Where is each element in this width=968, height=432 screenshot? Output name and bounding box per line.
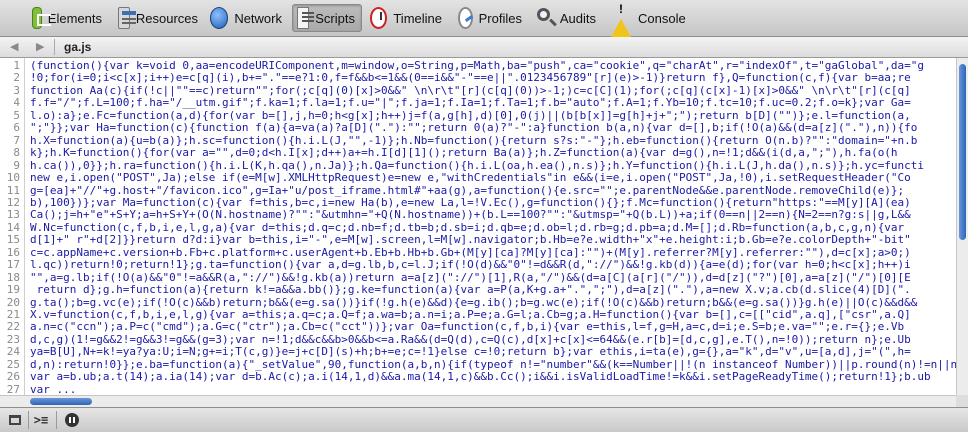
code-line[interactable]: 6 ";"}};var Ha=function(c){function f(a){… xyxy=(0,122,956,134)
network-icon xyxy=(210,7,229,29)
devtools-toolbar: Elements Resources Network Scripts Timel… xyxy=(0,0,968,39)
console-icon: ! xyxy=(610,0,632,39)
tab-network-label: Network xyxy=(234,10,282,26)
line-number[interactable]: 6 xyxy=(0,122,20,134)
audits-icon xyxy=(536,7,554,29)
tab-console-label: Console xyxy=(638,10,686,26)
tab-scripts-label: Scripts xyxy=(315,10,355,26)
line-number[interactable]: 22 xyxy=(0,321,20,333)
line-number[interactable]: 2 xyxy=(0,72,20,84)
code-line-text: var a=b.ub;a.t(14);a.ia(14);var d=b.Ac(c… xyxy=(30,370,931,383)
code-line[interactable]: 4 f.f="/";f.L=100;f.ha="/__utm.gif";f.ka=… xyxy=(0,97,956,109)
status-divider xyxy=(28,411,29,429)
resources-icon xyxy=(118,7,136,29)
line-number[interactable]: 24 xyxy=(0,346,20,358)
code-line-text: k};h.K=function(){for(var a="",d=0;d<h.I… xyxy=(30,146,898,159)
script-file-select[interactable]: ga.js xyxy=(64,40,91,54)
code-line-text: f.f="/";f.L=100;f.ha="/__utm.gif";f.ka=1… xyxy=(30,96,911,109)
profiles-icon xyxy=(458,7,473,29)
tab-console[interactable]: ! Console xyxy=(606,2,686,39)
filebar-divider xyxy=(54,39,55,55)
code-line[interactable]: 15 d[1]+" r"+d[2]}}return d?d:i}var b=thi… xyxy=(0,234,956,246)
tab-resources[interactable]: Resources xyxy=(114,4,204,32)
code-line[interactable]: 24 ya=B[U],N+=k!=ya?ya:U;i=N;g+=i;T(c,g)}… xyxy=(0,346,956,358)
timeline-icon xyxy=(370,7,388,29)
code-line[interactable]: 19 return d};g.h=function(a){return k!=a… xyxy=(0,284,956,296)
code-line[interactable]: 2 !0;for(i=0;i<c[x];i++)e=c[q](i),b+="."=… xyxy=(0,72,956,84)
tab-resources-label: Resources xyxy=(135,10,198,26)
line-number[interactable]: 10 xyxy=(0,172,20,184)
code-line-text: ";"}};var Ha=function(c){function f(a){a… xyxy=(30,121,918,134)
pause-icon xyxy=(65,413,79,427)
tab-profiles-label: Profiles xyxy=(478,10,522,26)
elements-icon xyxy=(32,7,51,29)
back-arrow-icon[interactable]: ◀ xyxy=(10,40,18,53)
code-line-text: ya=B[U],N+=k!=ya?ya:U;i=N;g+=i;T(c,g)}e=… xyxy=(30,345,911,358)
tab-scripts[interactable]: Scripts xyxy=(292,4,362,32)
line-number[interactable]: 8 xyxy=(0,147,20,159)
status-bar: >≡ xyxy=(0,407,968,432)
code-line[interactable]: 26 var a=b.ub;a.t(14);a.ia(14);var d=b.Ac… xyxy=(0,371,956,383)
vertical-scroll-thumb[interactable] xyxy=(959,64,966,240)
code-line[interactable]: 8 k};h.K=function(){for(var a="",d=0;d<h.… xyxy=(0,147,956,159)
line-number[interactable]: 13 xyxy=(0,209,20,221)
code-line-text: !0;for(i=0;i<c[x];i++)e=c[q](i),b+="."==… xyxy=(30,71,911,84)
line-number[interactable]: 4 xyxy=(0,97,20,109)
tab-elements[interactable]: Elements xyxy=(28,4,108,32)
scripts-icon xyxy=(297,7,315,29)
tab-audits[interactable]: Audits xyxy=(532,4,602,32)
line-number[interactable]: 27 xyxy=(0,384,20,396)
code-line[interactable]: 17 l.qc))return!0;return!1};g.ta=function… xyxy=(0,259,956,271)
tab-elements-label: Elements xyxy=(47,10,102,26)
code-line-text: return d};g.h=function(a){return k!=a&&a… xyxy=(30,283,911,296)
code-line-text: a.n=c("ccn");a.P=c("cmd");a.G=c("ctr");a… xyxy=(30,320,905,333)
code-line[interactable]: 27 var ... xyxy=(0,383,956,396)
line-number[interactable]: 17 xyxy=(0,259,20,271)
pause-button[interactable] xyxy=(61,411,83,429)
forward-arrow-icon[interactable]: ▶ xyxy=(36,40,44,53)
console-toggle-icon: >≡ xyxy=(33,413,49,427)
line-number[interactable]: 26 xyxy=(0,371,20,383)
code-line-text: new e,i.open("POST",Ja);else if(e=M[w].X… xyxy=(30,171,911,184)
code-line[interactable]: 10 new e,i.open("POST",Ja);else if(e=M[w]… xyxy=(0,172,956,184)
code-line-text: var ... xyxy=(30,383,77,396)
tab-network[interactable]: Network xyxy=(206,4,288,32)
dock-button[interactable] xyxy=(4,411,26,429)
line-number[interactable]: 15 xyxy=(0,234,20,246)
console-toggle-button[interactable]: >≡ xyxy=(30,411,52,429)
code-line[interactable]: 22 a.n=c("ccn");a.P=c("cmd");a.G=c("ctr")… xyxy=(0,321,956,333)
code-line-text: l.qc))return!0;return!1};g.ta=function()… xyxy=(30,258,911,271)
horizontal-scroll-thumb[interactable] xyxy=(30,398,92,405)
source-code-view[interactable]: 1 (function(){var k=void 0,aa=encodeURICo… xyxy=(0,58,956,395)
tab-profiles[interactable]: Profiles xyxy=(454,4,528,32)
tab-timeline-label: Timeline xyxy=(393,10,442,26)
tab-audits-label: Audits xyxy=(559,10,596,26)
status-divider xyxy=(56,411,57,429)
code-line[interactable]: 13 Ca();j=h+"e"+S+Y;a=h+S+Y+(O(N.hostname… xyxy=(0,209,956,221)
tab-timeline[interactable]: Timeline xyxy=(366,4,448,32)
file-navigation-bar: ◀ ▶ ga.js xyxy=(0,37,968,58)
scrollbar-corner xyxy=(956,395,968,407)
horizontal-scrollbar[interactable] xyxy=(0,395,956,407)
line-number[interactable]: 19 xyxy=(0,284,20,296)
code-line-text: Ca();j=h+"e"+S+Y;a=h+S+Y+(O(N.hostname)?… xyxy=(30,208,911,221)
code-line-text: d[1]+" r"+d[2]}}return d?d:i}var b=this,… xyxy=(30,233,911,246)
dock-icon xyxy=(9,415,21,425)
vertical-scrollbar[interactable] xyxy=(956,58,968,395)
